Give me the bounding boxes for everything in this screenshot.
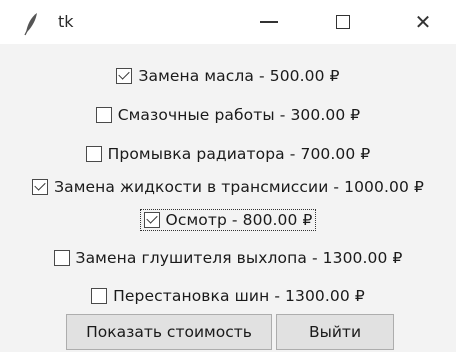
option-row-oil: Замена масла - 500.00 ₽ — [0, 62, 456, 90]
maximize-button[interactable] — [318, 0, 368, 44]
exit-button[interactable]: Выйти — [276, 314, 394, 350]
checkbox-unchecked-icon — [91, 288, 108, 304]
title-bar: tk ✕ — [0, 0, 456, 44]
checkbox-unchecked-icon — [95, 107, 112, 123]
feather-icon — [20, 10, 42, 36]
show-cost-button[interactable]: Показать стоимость — [66, 314, 272, 350]
option-label: Замена масла - 500.00 ₽ — [138, 67, 340, 85]
close-icon: ✕ — [414, 10, 432, 34]
option-checkbox-oil[interactable]: Замена масла - 500.00 ₽ — [114, 67, 341, 85]
option-row-inspection: Осмотр - 800.00 ₽ — [0, 206, 456, 234]
option-row-radiator: Промывка радиатора - 700.00 ₽ — [0, 140, 456, 168]
minimize-icon — [260, 21, 278, 23]
option-row-lubrication: Смазочные работы - 300.00 ₽ — [0, 101, 456, 129]
checkbox-unchecked-icon — [53, 250, 70, 266]
option-checkbox-radiator[interactable]: Промывка радиатора - 700.00 ₽ — [84, 145, 373, 163]
option-label: Перестановка шин - 1300.00 ₽ — [113, 287, 365, 305]
option-label: Замена глушителя выхлопа - 1300.00 ₽ — [75, 249, 403, 267]
close-button[interactable]: ✕ — [398, 0, 448, 44]
option-checkbox-inspection[interactable]: Осмотр - 800.00 ₽ — [139, 209, 317, 231]
option-label: Замена жидкости в трансмиссии - 1000.00 … — [54, 178, 424, 196]
option-row-muffler: Замена глушителя выхлопа - 1300.00 ₽ — [0, 244, 456, 272]
app-window: tk ✕ Замена масла - 500.00 ₽ Смазочные р… — [0, 0, 456, 352]
checkbox-checked-icon — [116, 68, 133, 84]
option-row-tires: Перестановка шин - 1300.00 ₽ — [0, 282, 456, 310]
option-checkbox-transmission[interactable]: Замена жидкости в трансмиссии - 1000.00 … — [30, 178, 426, 196]
checkbox-unchecked-icon — [85, 146, 102, 162]
maximize-icon — [336, 15, 350, 29]
checkbox-checked-icon — [143, 212, 160, 228]
option-row-transmission: Замена жидкости в трансмиссии - 1000.00 … — [0, 173, 456, 201]
checkbox-checked-icon — [32, 179, 49, 195]
option-checkbox-muffler[interactable]: Замена глушителя выхлопа - 1300.00 ₽ — [52, 249, 405, 267]
option-label: Промывка радиатора - 700.00 ₽ — [107, 145, 371, 163]
option-checkbox-lubrication[interactable]: Смазочные работы - 300.00 ₽ — [94, 106, 363, 124]
minimize-button[interactable] — [244, 0, 294, 44]
window-title: tk — [58, 12, 74, 31]
option-label: Осмотр - 800.00 ₽ — [165, 211, 313, 229]
option-label: Смазочные работы - 300.00 ₽ — [117, 106, 361, 124]
option-checkbox-tires[interactable]: Перестановка шин - 1300.00 ₽ — [89, 287, 367, 305]
